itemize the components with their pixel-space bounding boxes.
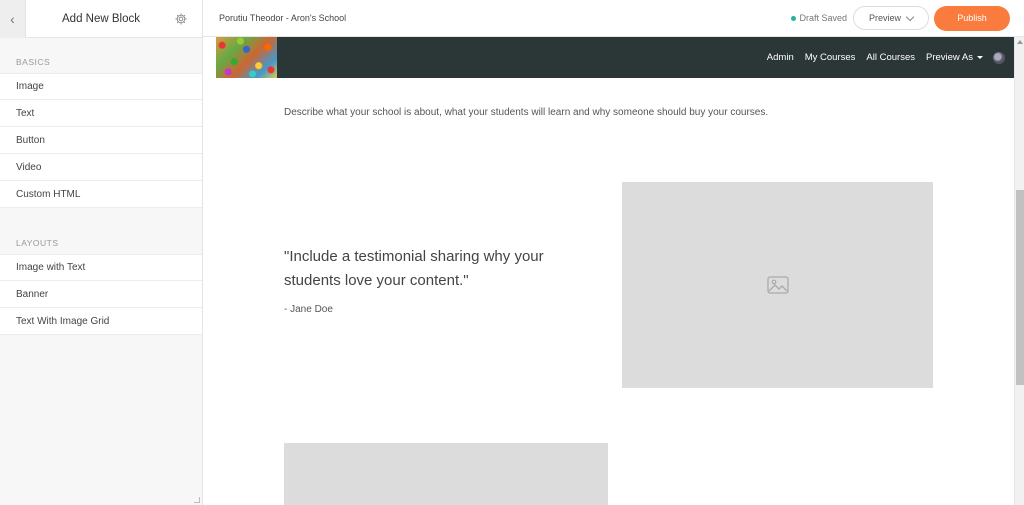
caret-down-icon: [977, 55, 983, 59]
topbar-actions: Draft Saved Preview Publish: [791, 5, 1010, 31]
nav-link-my-courses[interactable]: My Courses: [805, 52, 856, 63]
page-preview: Admin My Courses All Courses Preview As …: [203, 37, 1014, 505]
draft-status-label: Draft Saved: [799, 13, 847, 23]
block-item-image-with-text[interactable]: Image with Text: [0, 254, 202, 281]
nav-link-admin[interactable]: Admin: [767, 52, 794, 63]
block-item-text-with-image-grid[interactable]: Text With Image Grid: [0, 308, 202, 335]
block-item-custom-html[interactable]: Custom HTML: [0, 181, 202, 208]
block-item-video[interactable]: Video: [0, 154, 202, 181]
chevron-down-icon: [905, 12, 915, 21]
publish-button[interactable]: Publish: [934, 5, 1010, 31]
testimonial-author[interactable]: - Jane Doe: [284, 304, 333, 315]
block-sidebar: ‹ Add New Block BASICS Image Text Button…: [0, 0, 203, 505]
preview-scrollbar[interactable]: [1014, 37, 1024, 505]
layouts-list: Image with Text Banner Text With Image G…: [0, 254, 202, 335]
image-icon: [766, 276, 789, 294]
testimonial-image-placeholder[interactable]: [622, 182, 933, 388]
preview-as-label: Preview As: [926, 52, 973, 63]
nav-preview-as[interactable]: Preview As: [926, 52, 983, 63]
sidebar-header: ‹ Add New Block: [0, 0, 202, 38]
block-item-text[interactable]: Text: [0, 100, 202, 127]
editor-topbar: Porutiu Theodor - Aron's School Draft Sa…: [203, 0, 1024, 37]
school-description[interactable]: Describe what your school is about, what…: [284, 107, 768, 118]
preview-button[interactable]: Preview: [853, 6, 929, 30]
publish-button-label: Publish: [957, 13, 987, 23]
site-navbar: Admin My Courses All Courses Preview As: [216, 37, 1014, 78]
scroll-thumb[interactable]: [1016, 190, 1024, 385]
sidebar-title: Add New Block: [62, 12, 140, 25]
site-nav-links: Admin My Courses All Courses Preview As: [756, 51, 1005, 64]
block-item-banner[interactable]: Banner: [0, 281, 202, 308]
block-item-button[interactable]: Button: [0, 127, 202, 154]
chevron-left-icon: ‹: [10, 10, 15, 27]
basics-list: Image Text Button Video Custom HTML: [0, 73, 202, 208]
resize-handle[interactable]: [194, 497, 200, 503]
next-block-image-placeholder[interactable]: [284, 443, 608, 505]
testimonial-quote[interactable]: "Include a testimonial sharing why your …: [284, 245, 604, 293]
scroll-up-arrow-icon[interactable]: [1017, 40, 1023, 44]
school-logo[interactable]: [216, 37, 277, 78]
school-name: Porutiu Theodor - Aron's School: [219, 13, 347, 23]
nav-link-all-courses[interactable]: All Courses: [866, 52, 915, 63]
back-button[interactable]: ‹: [0, 0, 26, 38]
block-item-image[interactable]: Image: [0, 73, 202, 100]
preview-button-label: Preview: [868, 13, 901, 23]
status-dot-icon: [791, 15, 797, 21]
section-label-basics: BASICS: [16, 57, 51, 67]
gear-icon[interactable]: [174, 12, 188, 26]
draft-status: Draft Saved: [791, 13, 847, 23]
avatar[interactable]: [993, 51, 1005, 64]
section-label-layouts: LAYOUTS: [16, 238, 59, 248]
